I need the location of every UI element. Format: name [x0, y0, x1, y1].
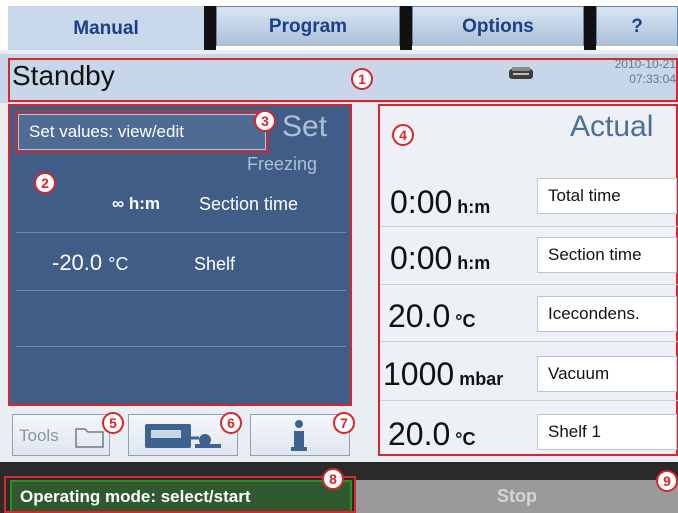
actual-unit: mbar — [459, 369, 504, 389]
folder-icon — [75, 425, 105, 454]
printer-icon[interactable] — [508, 66, 534, 85]
section-time-value: 0:00 h:m — [390, 240, 490, 277]
shelf-set-value[interactable]: -20.0 °C — [52, 250, 128, 276]
info-icon — [287, 419, 311, 458]
tools-button[interactable]: Tools — [12, 414, 110, 456]
actual-unit: °C — [455, 311, 476, 331]
date-text: 2010-10-21 — [614, 57, 676, 71]
tab-help[interactable]: ? — [596, 6, 678, 46]
shelf1-value: 20.0 °C — [388, 416, 476, 453]
tab-options[interactable]: Options — [412, 6, 584, 46]
set-title: Set — [282, 110, 328, 143]
vacuum-value: 1000 mbar — [383, 356, 503, 393]
actual-value: 20.0 — [388, 416, 451, 452]
section-time-label: Section time — [537, 237, 677, 273]
set-row-divider — [16, 346, 346, 347]
tab-separator — [400, 6, 412, 50]
actual-row-divider — [380, 226, 678, 227]
tab-manual[interactable]: Manual — [8, 6, 204, 50]
section-time-set-label: Section time — [199, 194, 299, 214]
set-values-highlight — [15, 111, 269, 153]
actual-unit: h:m — [457, 253, 491, 273]
set-value: -20.0 — [52, 250, 103, 275]
operating-mode-highlight — [4, 476, 356, 513]
datetime: 2010-10-21 07:33:04 — [560, 57, 676, 87]
section-time-set-value[interactable]: ∞ h:m — [112, 194, 160, 214]
status-title: Standby — [12, 60, 115, 91]
tab-separator — [204, 6, 216, 50]
tab-program[interactable]: Program — [216, 6, 400, 46]
shelf-set-label: Shelf — [194, 254, 236, 274]
actual-value: 20.0 — [388, 298, 451, 334]
marker-1: 1 — [351, 68, 373, 90]
marker-6: 6 — [220, 412, 242, 434]
actual-row-divider — [380, 284, 678, 285]
actual-values-panel — [378, 104, 678, 456]
marker-5: 5 — [102, 412, 124, 434]
actual-unit: h:m — [457, 197, 491, 217]
set-unit: °C — [108, 254, 129, 274]
tools-label: Tools — [19, 426, 59, 445]
set-unit: h:m — [128, 194, 161, 213]
marker-3: 3 — [254, 110, 276, 132]
actual-row-divider — [380, 341, 678, 342]
total-time-value: 0:00 h:m — [390, 184, 490, 221]
stop-button[interactable]: Stop — [356, 480, 678, 513]
total-time-label: Total time — [537, 178, 677, 214]
marker-2: 2 — [34, 172, 56, 194]
vacuum-label: Vacuum — [537, 356, 677, 392]
actual-value: 1000 — [383, 356, 455, 392]
actual-title: Actual — [570, 110, 654, 143]
time-text: 07:33:04 — [629, 72, 676, 86]
marker-4: 4 — [392, 124, 414, 146]
marker-9: 9 — [656, 470, 678, 492]
tab-separator — [584, 6, 596, 50]
device-icon — [143, 422, 225, 455]
actual-row-divider — [380, 400, 678, 401]
actual-value: 0:00 — [390, 184, 453, 220]
set-row-divider — [16, 290, 346, 291]
icecondens-value: 20.0 °C — [388, 298, 476, 335]
set-value: ∞ — [112, 194, 125, 213]
shelf1-label: Shelf 1 — [537, 414, 677, 450]
actual-value: 0:00 — [390, 240, 453, 276]
marker-8: 8 — [322, 468, 344, 490]
set-row-divider — [16, 232, 346, 233]
marker-7: 7 — [333, 412, 355, 434]
actual-unit: °C — [455, 429, 476, 449]
set-subtitle: Freezing — [247, 154, 318, 174]
icecondens-label: Icecondens. — [537, 296, 677, 332]
